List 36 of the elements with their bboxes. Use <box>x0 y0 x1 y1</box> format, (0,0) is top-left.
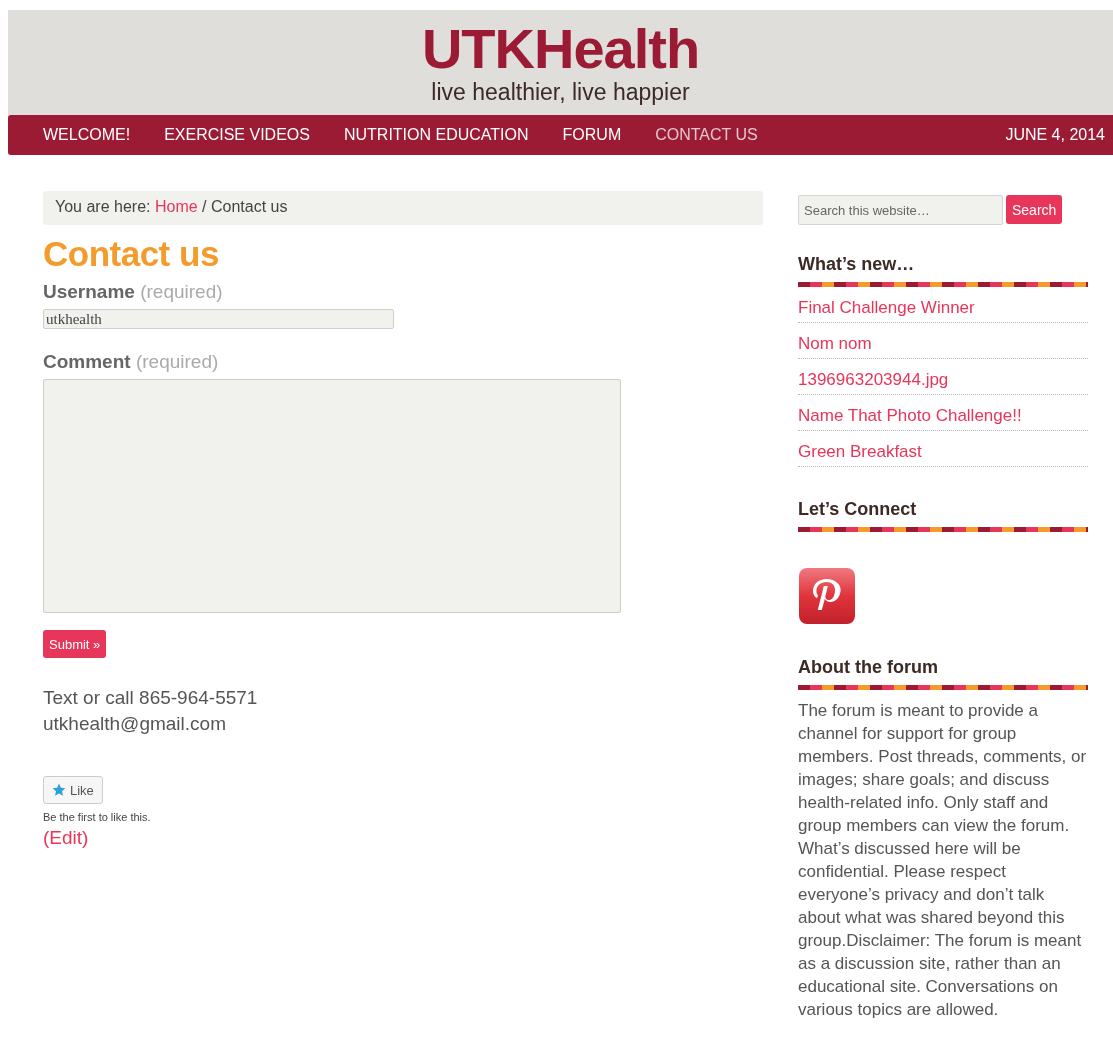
breadcrumb-link[interactable]: Home <box>154 198 198 215</box>
news-link[interactable]: Green Breakfast <box>798 438 1088 467</box>
edit-link[interactable]: (Edit) <box>43 827 89 848</box>
contact-line: Text or call 865-964-5571 <box>43 686 259 710</box>
star-icon <box>52 783 66 797</box>
nav-date: JUNE 4, 2014 <box>1005 126 1106 144</box>
widget-title: What’s new… <box>798 253 916 276</box>
submit-button[interactable]: Submit » <box>43 630 107 658</box>
site-tagline: live healthier, live happier <box>431 78 690 106</box>
social-icon[interactable] <box>798 567 856 625</box>
nav-link[interactable]: WELCOME! <box>26 126 148 144</box>
news-link[interactable]: 1396963203944.jpg <box>798 366 1088 395</box>
breadcrumb-prefix: You are here: <box>55 198 152 215</box>
breadcrumb-separator: / <box>201 198 208 215</box>
nav-link[interactable]: NUTRITION EDUCATION <box>326 126 546 144</box>
comment-field[interactable] <box>43 379 621 613</box>
news-link[interactable]: Name That Photo Challenge!! <box>798 402 1088 431</box>
about-text: The forum is meant to provide a channel for support for group members. Post threads, comments, or images; share goals; and discuss health-related info. Only staff and group members can view the forum. What’s discussed here will be confidential. Please respect everyone’s privacy and don’t talk about what was shared beyond this group.Disclaimer: The forum is meant as a discussion site, rather than an educational site. Conversations on various topics are allowed. <box>798 700 1088 1021</box>
page-title: Contact us <box>43 235 220 273</box>
breadcrumb-current: Contact us <box>210 198 288 215</box>
nav-link[interactable]: CONTACT US <box>638 126 775 144</box>
search-field[interactable]: Search this website… <box>798 195 1003 225</box>
nav-link[interactable]: FORUM <box>545 126 639 144</box>
field-label: Username (required) <box>43 281 224 303</box>
field-label: Comment (required) <box>43 351 220 373</box>
nav-link[interactable]: EXERCISE VIDEOS <box>147 126 327 144</box>
news-link[interactable]: Final Challenge Winner <box>798 294 1088 323</box>
site-title[interactable]: UTKHealth <box>421 22 700 76</box>
like-note: Be the first to like this. <box>43 811 152 823</box>
contact-line: utkhealth@gmail.com <box>43 712 227 736</box>
username-field[interactable]: utkhealth <box>43 309 394 329</box>
search-button[interactable]: Search <box>1006 195 1063 224</box>
like-button[interactable]: Like <box>43 776 103 804</box>
widget-title: About the forum <box>798 656 939 679</box>
widget-title: Let’s Connect <box>798 498 918 521</box>
news-link[interactable]: Nom nom <box>798 330 1088 359</box>
